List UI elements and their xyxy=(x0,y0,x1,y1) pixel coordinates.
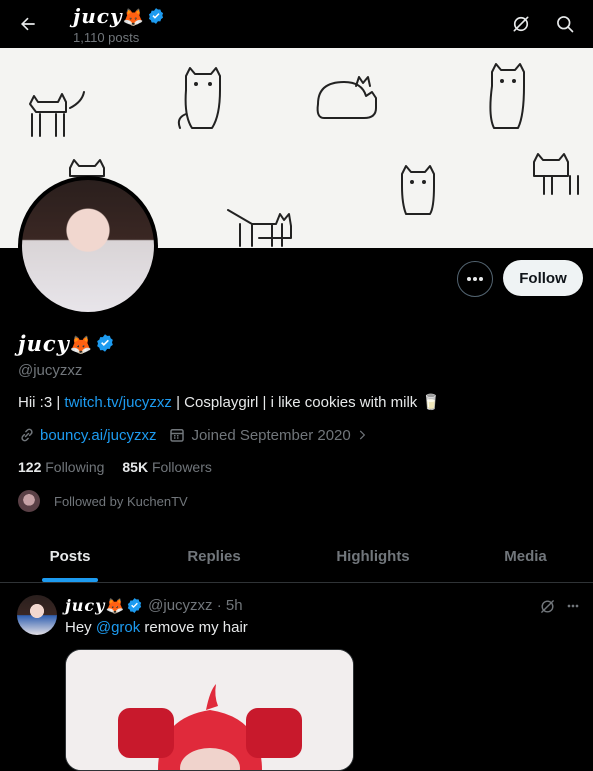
more-icon xyxy=(467,277,483,281)
active-tab-indicator xyxy=(42,578,98,582)
tab-highlights[interactable]: Highlights xyxy=(288,530,458,582)
grok-icon xyxy=(513,16,529,32)
bio-twitch-link[interactable]: twitch.tv/jucyzxz xyxy=(64,394,172,411)
fox-emoji: 🦊 xyxy=(122,8,145,28)
search-icon xyxy=(557,16,574,33)
joined-date: Joined September 2020 xyxy=(191,426,351,444)
tweet-grok-button[interactable] xyxy=(536,595,558,617)
fox-emoji: 🦊 xyxy=(69,335,94,356)
chevron-right-icon[interactable] xyxy=(355,428,369,442)
profile-display-name: jucy🦊 xyxy=(18,331,115,356)
tab-label: Media xyxy=(504,547,547,565)
header-posts-count: 1,110 posts xyxy=(73,30,140,45)
verified-badge-icon xyxy=(97,334,114,352)
followers-count: 85K xyxy=(122,459,149,475)
header-name-text: jucy xyxy=(73,4,123,28)
profile-meta: bouncy.ai/jucyzxz Joined September 2020 xyxy=(18,426,369,444)
followers-label: Followers xyxy=(151,459,212,475)
calendar-icon xyxy=(170,429,185,442)
tweet-mention[interactable]: @grok xyxy=(96,619,140,636)
back-arrow-icon xyxy=(21,17,35,31)
tweet-author-name[interactable]: jucy xyxy=(65,596,105,615)
tweet-text: Hey @grok remove my hair xyxy=(65,619,248,636)
tab-label: Replies xyxy=(187,547,241,565)
back-button[interactable] xyxy=(14,10,42,38)
website-link[interactable]: bouncy.ai/jucyzxz xyxy=(40,427,156,444)
grok-button[interactable] xyxy=(508,11,534,37)
tab-posts[interactable]: Posts xyxy=(0,530,140,582)
tab-replies[interactable]: Replies xyxy=(140,530,288,582)
follow-button[interactable]: Follow xyxy=(503,260,583,296)
following-count: 122 xyxy=(18,459,42,475)
tab-label: Highlights xyxy=(336,547,410,565)
follow-counts: 122 Following 85K Followers xyxy=(18,459,212,475)
tab-label: Posts xyxy=(49,547,91,565)
verified-badge-icon xyxy=(127,598,142,613)
followers-link[interactable]: 85K Followers xyxy=(122,459,211,475)
tweet-handle-time: @jucyzxz · 5h xyxy=(148,597,243,614)
profile-bio: Hii :3 | twitch.tv/jucyzxz | Cosplaygirl… xyxy=(18,393,440,411)
header-display-name: jucy🦊 xyxy=(73,4,165,28)
followed-by-text: Followed by KuchenTV xyxy=(54,493,188,509)
following-link[interactable]: 122 Following xyxy=(18,459,104,475)
profile-tabs: Posts Replies Highlights Media xyxy=(0,530,593,583)
tweet-text-prefix: Hey xyxy=(65,619,96,636)
more-icon xyxy=(567,604,579,608)
joined-item: Joined September 2020 xyxy=(168,426,368,444)
profile-name-text: jucy xyxy=(18,331,70,356)
tweet-header: jucy 🦊 @jucyzxz · 5h xyxy=(65,596,243,615)
tweet-avatar[interactable] xyxy=(17,595,57,635)
website-item: bouncy.ai/jucyzxz xyxy=(18,426,156,444)
fox-emoji: 🦊 xyxy=(105,597,125,615)
profile-avatar[interactable] xyxy=(18,176,158,316)
profile-handle: @jucyzxz xyxy=(18,362,83,379)
bio-suffix: | Cosplaygirl | i like cookies with milk… xyxy=(171,394,441,411)
more-options-button[interactable] xyxy=(457,261,493,297)
tweet-media-image[interactable] xyxy=(65,649,354,771)
media-photo xyxy=(66,650,353,770)
link-icon xyxy=(21,428,33,442)
tab-media[interactable]: Media xyxy=(458,530,593,582)
tweet-text-suffix: remove my hair xyxy=(140,619,248,636)
avatar-photo xyxy=(22,180,154,312)
following-label: Following xyxy=(45,459,105,475)
search-button[interactable] xyxy=(552,11,578,37)
bio-prefix: Hii :3 | xyxy=(18,394,65,411)
verified-badge-icon xyxy=(148,8,163,24)
follower-avatar xyxy=(18,490,40,512)
tweet-more-button[interactable] xyxy=(562,595,584,617)
grok-icon xyxy=(540,599,554,613)
followed-by[interactable]: Followed by KuchenTV xyxy=(18,490,188,512)
